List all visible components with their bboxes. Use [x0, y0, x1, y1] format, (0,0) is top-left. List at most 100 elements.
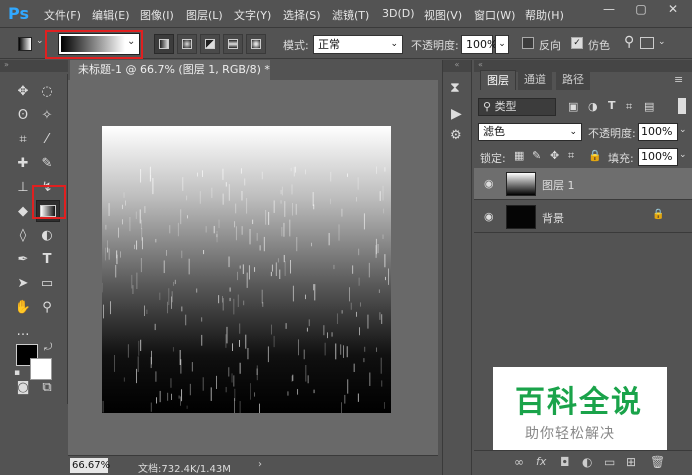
- background-color-swatch[interactable]: [30, 358, 52, 380]
- screen-mode-icon[interactable]: ⧉: [36, 378, 58, 398]
- move-tool-icon[interactable]: ✥: [12, 82, 34, 102]
- adjustment-layer-icon[interactable]: ◐: [582, 455, 592, 469]
- rectangle-tool-icon[interactable]: ▭: [36, 274, 58, 294]
- quick-mask-icon[interactable]: ◙: [12, 378, 34, 398]
- chevron-down-icon: ⌄: [36, 36, 44, 46]
- new-group-icon[interactable]: ▭: [604, 455, 615, 469]
- lasso-tool-icon[interactable]: ʘ: [12, 106, 34, 126]
- blur-tool-icon[interactable]: ◊: [12, 226, 34, 246]
- menu-edit[interactable]: 编辑(E): [92, 7, 130, 23]
- shape-filter-icon[interactable]: ⌗: [626, 100, 632, 114]
- panel-menu-icon[interactable]: ≡: [674, 73, 683, 86]
- mode-select[interactable]: 正常 ⌄: [313, 35, 403, 54]
- healing-brush-tool-icon[interactable]: ✚: [12, 154, 34, 174]
- hand-tool-icon[interactable]: ✋: [12, 298, 34, 318]
- chevron-down-icon[interactable]: ⌄: [679, 125, 687, 135]
- dither-checkbox[interactable]: ✓: [571, 37, 583, 49]
- eyedropper-tool-icon[interactable]: ⁄: [36, 130, 58, 150]
- layer-filter-select[interactable]: ⚲ 类型: [478, 98, 556, 116]
- tab-layers[interactable]: 图层: [480, 70, 516, 90]
- filter-toggle[interactable]: [678, 98, 686, 114]
- new-layer-icon[interactable]: ⊞: [626, 455, 636, 469]
- pixel-filter-icon[interactable]: ▣: [568, 100, 578, 113]
- linear-gradient-button[interactable]: [154, 34, 174, 54]
- chevron-down-icon[interactable]: ⌄: [658, 37, 666, 47]
- pen-tool-icon[interactable]: ✒: [12, 250, 34, 270]
- layer-opacity-input[interactable]: 100%: [638, 123, 678, 141]
- document-tab[interactable]: 未标题-1 @ 66.7% (图层 1, RGB/8) * ✕: [70, 60, 270, 96]
- chevron-down-icon[interactable]: ⌄: [679, 150, 687, 160]
- add-mask-icon[interactable]: ◘: [560, 455, 570, 469]
- menu-view[interactable]: 视图(V): [424, 7, 462, 23]
- lock-transparency-icon[interactable]: ▦: [514, 149, 524, 162]
- crop-tool-icon[interactable]: ⌗: [12, 130, 34, 150]
- mode-label: 模式:: [283, 39, 309, 52]
- fill-input[interactable]: 100%: [638, 148, 678, 166]
- blend-mode-value: 滤色: [483, 125, 505, 138]
- properties-panel-icon[interactable]: ⚙: [450, 128, 462, 143]
- angle-gradient-button[interactable]: [200, 34, 220, 54]
- reflected-gradient-button[interactable]: [223, 34, 243, 54]
- opacity-dropdown[interactable]: ⌄: [495, 35, 509, 54]
- default-colors-icon[interactable]: ▪: [14, 368, 20, 378]
- tab-paths[interactable]: 路径: [556, 70, 590, 90]
- layer-row-layer1[interactable]: ◉ 图层 1: [474, 168, 692, 200]
- menu-help[interactable]: 帮助(H): [525, 7, 564, 23]
- eye-icon[interactable]: ◉: [484, 210, 494, 223]
- lock-all-icon[interactable]: 🔒: [588, 149, 602, 162]
- lock-pixels-icon[interactable]: ✎: [532, 149, 541, 162]
- lock-artboard-icon[interactable]: ⌗: [568, 149, 574, 163]
- menu-window[interactable]: 窗口(W): [474, 7, 515, 23]
- close-button[interactable]: ✕: [658, 0, 688, 18]
- smart-object-filter-icon[interactable]: ▤: [644, 100, 654, 113]
- maximize-button[interactable]: ▢: [626, 0, 656, 18]
- zoom-tool-icon[interactable]: ⚲: [36, 298, 58, 318]
- menu-layer[interactable]: 图层(L): [186, 7, 223, 23]
- menu-select[interactable]: 选择(S): [283, 7, 321, 23]
- gradient-tool-icon: [18, 37, 32, 51]
- reverse-checkbox[interactable]: [522, 37, 534, 49]
- diamond-gradient-button[interactable]: [246, 34, 266, 54]
- menu-filter[interactable]: 滤镜(T): [332, 7, 369, 23]
- layer-row-background[interactable]: ◉ 背景 🔒: [474, 201, 692, 233]
- history-panel-icon[interactable]: ⧗: [450, 80, 460, 96]
- opacity-input[interactable]: 100%: [461, 35, 497, 54]
- layer-name[interactable]: 背景: [542, 210, 564, 226]
- marquee-tool-icon[interactable]: ◌: [36, 82, 58, 102]
- minimize-button[interactable]: —: [594, 0, 624, 18]
- dock-collapse-bar[interactable]: «: [443, 60, 471, 72]
- fx-icon[interactable]: fx: [536, 455, 546, 468]
- magic-wand-tool-icon[interactable]: ✧: [36, 106, 58, 126]
- type-filter-icon[interactable]: T: [608, 99, 616, 112]
- path-selection-tool-icon[interactable]: ➤: [12, 274, 34, 294]
- radial-gradient-button[interactable]: [177, 34, 197, 54]
- toolbar-collapse-bar[interactable]: »: [0, 60, 68, 72]
- side-panel-dock: « ⧗ ▶ ⚙: [442, 60, 472, 475]
- swap-colors-icon[interactable]: ⤾: [44, 342, 52, 353]
- clone-stamp-tool-icon[interactable]: ⊥: [12, 178, 34, 198]
- menu-3d[interactable]: 3D(D): [382, 7, 415, 20]
- trash-icon[interactable]: 🗑: [650, 455, 665, 469]
- link-layers-icon[interactable]: ∞: [514, 455, 524, 469]
- document-canvas[interactable]: [102, 126, 391, 413]
- blend-mode-select[interactable]: 滤色 ⌄: [478, 123, 582, 141]
- actions-play-icon[interactable]: ▶: [451, 106, 462, 122]
- type-tool-icon[interactable]: T: [36, 250, 58, 270]
- search-icon[interactable]: ⚲: [624, 34, 634, 50]
- menu-file[interactable]: 文件(F): [44, 7, 81, 23]
- menu-type[interactable]: 文字(Y): [234, 7, 271, 23]
- eye-icon[interactable]: ◉: [484, 177, 494, 190]
- chevron-down-icon: ⌄: [569, 127, 577, 137]
- workspace-icon[interactable]: [640, 37, 654, 49]
- zoom-field[interactable]: 66.67%: [70, 458, 110, 473]
- tab-channels[interactable]: 通道: [518, 70, 552, 90]
- menu-image[interactable]: 图像(I): [140, 7, 174, 23]
- dodge-tool-icon[interactable]: ◐: [36, 226, 58, 246]
- brush-tool-icon[interactable]: ✎: [36, 154, 58, 174]
- adjustment-filter-icon[interactable]: ◑: [588, 100, 598, 113]
- more-tools-icon[interactable]: …: [12, 322, 34, 342]
- status-menu-arrow-icon[interactable]: ›: [258, 459, 262, 470]
- eraser-tool-icon[interactable]: ◆: [12, 202, 34, 222]
- layer-name[interactable]: 图层 1: [542, 177, 575, 193]
- lock-position-icon[interactable]: ✥: [550, 149, 559, 162]
